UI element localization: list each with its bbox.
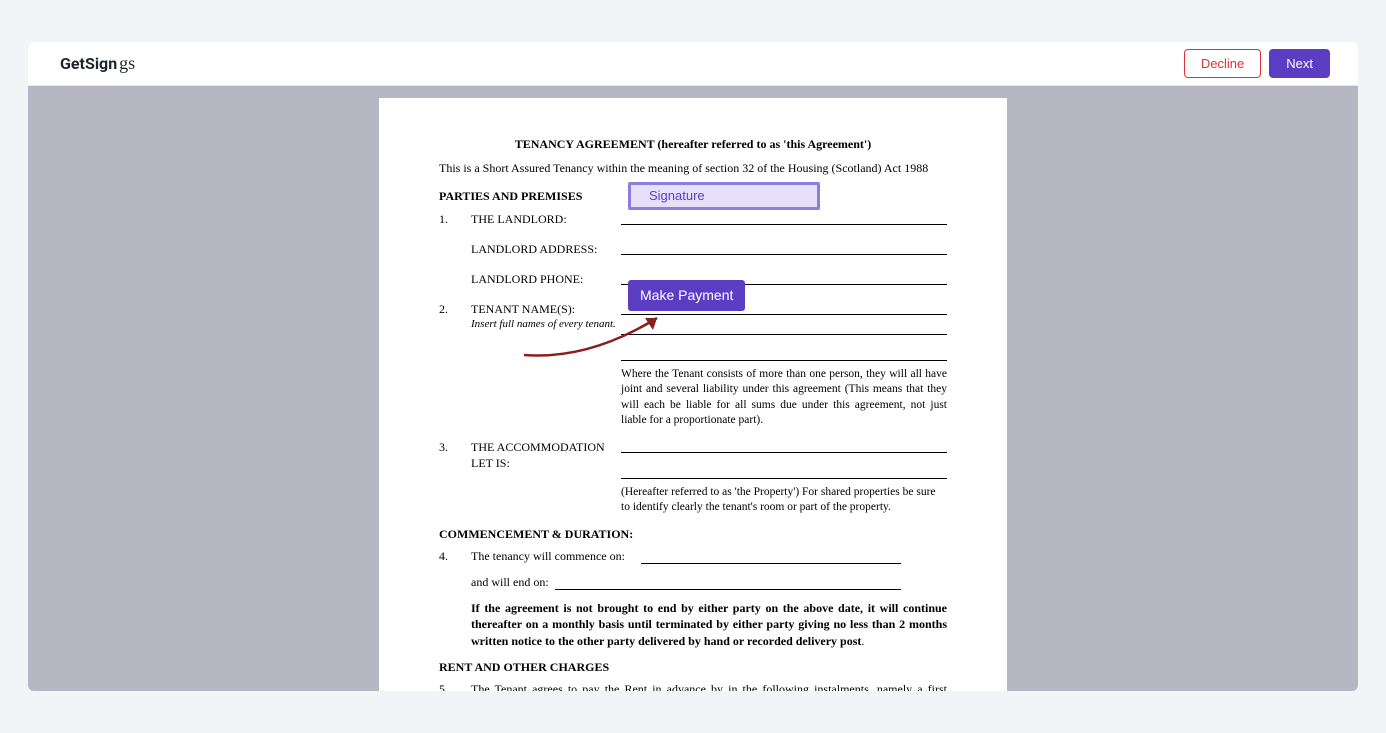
topbar: GetSign gs Decline Next [28,42,1358,86]
accommodation-field[interactable] [621,465,947,479]
tenant-field[interactable] [621,347,947,361]
accommodation-field[interactable] [621,439,947,453]
landlord-address-label: LANDLORD ADDRESS: [471,241,621,257]
tenant-hint: Insert full names of every tenant. [471,317,621,332]
decline-button[interactable]: Decline [1184,49,1261,78]
document-stage: TENANCY AGREEMENT (hereafter referred to… [28,98,1358,691]
app-frame: GetSign gs Decline Next TENANCY AGREEMEN… [28,42,1358,691]
section-commencement: COMMENCEMENT & DURATION: [439,526,947,542]
make-payment-button[interactable]: Make Payment [628,280,745,311]
item-number: 3. [439,439,471,455]
brand-logo: GetSign gs [60,53,135,74]
signature-label: Signature [649,187,705,205]
end-date-field[interactable] [555,576,901,590]
brand-script: gs [119,53,135,74]
top-actions: Decline Next [1184,49,1330,78]
commence-note: If the agreement is not brought to end b… [471,601,947,647]
accommodation-note: (Hereafter referred to as 'the Property'… [621,485,947,516]
landlord-label: THE LANDLORD: [471,211,621,227]
rent-paragraph: The Tenant agrees to pay the Rent in adv… [471,681,947,691]
payment-label: Make Payment [640,287,733,303]
item-number: 5. [439,681,471,691]
commence-label: The tenancy will commence on: [471,548,641,564]
tenant-label: TENANT NAME(S): [471,301,621,317]
item-number: 4. [439,548,471,564]
landlord-field[interactable] [621,211,947,225]
accommodation-label: THE ACCOMMODATION LET IS: [471,439,621,471]
section-rent: RENT AND OTHER CHARGES [439,659,947,675]
tenant-note: Where the Tenant consists of more than o… [621,367,947,429]
doc-intro: This is a Short Assured Tenancy within t… [439,160,947,176]
item-number: 1. [439,211,471,227]
landlord-address-field[interactable] [621,241,947,255]
item-number: 2. [439,301,471,317]
end-label: and will end on: [471,574,555,590]
doc-title: TENANCY AGREEMENT (hereafter referred to… [439,136,947,152]
document-page: TENANCY AGREEMENT (hereafter referred to… [379,98,1007,691]
landlord-phone-label: LANDLORD PHONE: [471,271,621,287]
brand-text: GetSign [60,54,117,73]
signature-field[interactable]: Signature [628,182,820,210]
tenant-field[interactable] [621,321,947,335]
next-button[interactable]: Next [1269,49,1330,78]
commence-date-field[interactable] [641,550,901,564]
